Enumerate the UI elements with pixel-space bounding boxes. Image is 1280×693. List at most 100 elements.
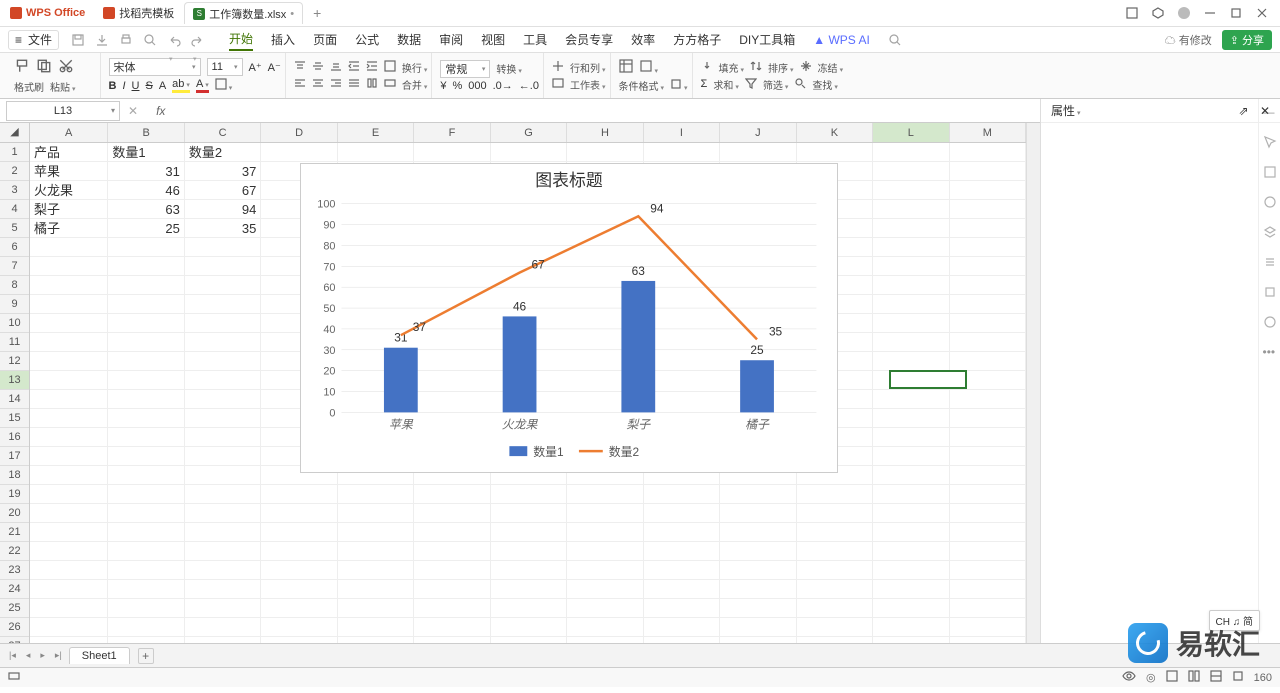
cell[interactable] <box>108 276 184 295</box>
tab-view[interactable]: 视图 <box>481 29 505 50</box>
cell[interactable] <box>185 618 261 637</box>
cell[interactable] <box>720 523 796 542</box>
cell[interactable] <box>720 618 796 637</box>
redo-icon[interactable] <box>191 33 205 47</box>
font-color-button[interactable]: A <box>196 78 209 93</box>
cell[interactable] <box>491 542 567 561</box>
cell[interactable] <box>567 599 643 618</box>
cell[interactable] <box>261 580 337 599</box>
cell[interactable] <box>644 580 720 599</box>
cell[interactable] <box>873 333 949 352</box>
cell[interactable] <box>567 504 643 523</box>
cell[interactable]: 94 <box>185 200 261 219</box>
cell[interactable] <box>644 143 720 162</box>
row-header[interactable]: 6 <box>0 238 29 257</box>
row-header[interactable]: 3 <box>0 181 29 200</box>
sync-status[interactable]: ☁ 有修改 <box>1165 32 1212 48</box>
row-header[interactable]: 10 <box>0 314 29 333</box>
cell[interactable] <box>185 504 261 523</box>
cell[interactable] <box>338 542 414 561</box>
wrap-text-icon[interactable] <box>384 60 396 75</box>
row-header[interactable]: 22 <box>0 542 29 561</box>
cell[interactable] <box>644 599 720 618</box>
cell[interactable] <box>30 561 108 580</box>
cell[interactable] <box>567 523 643 542</box>
cell[interactable] <box>491 143 567 162</box>
cell[interactable] <box>338 599 414 618</box>
cell[interactable] <box>567 542 643 561</box>
cell[interactable]: 数量2 <box>185 143 261 162</box>
cell[interactable] <box>261 504 337 523</box>
panel-select-icon[interactable] <box>1263 135 1277 149</box>
cell[interactable] <box>108 599 184 618</box>
cell[interactable] <box>108 580 184 599</box>
cell[interactable] <box>873 409 949 428</box>
read-mode-icon[interactable] <box>1232 670 1244 685</box>
cell[interactable] <box>414 618 490 637</box>
cell[interactable] <box>108 390 184 409</box>
sort-icon[interactable] <box>750 60 762 75</box>
cell[interactable] <box>414 542 490 561</box>
cell[interactable] <box>185 371 261 390</box>
fill-label[interactable]: 填充 <box>719 60 745 75</box>
cell[interactable] <box>950 238 1026 257</box>
cell[interactable] <box>873 447 949 466</box>
row-header[interactable]: 7 <box>0 257 29 276</box>
row-header[interactable]: 8 <box>0 276 29 295</box>
cell[interactable] <box>108 428 184 447</box>
column-header[interactable]: K <box>797 123 873 142</box>
row-header[interactable]: 24 <box>0 580 29 599</box>
convert-label[interactable]: 转换 <box>496 61 522 76</box>
zoom-value[interactable]: 160 <box>1254 672 1272 684</box>
sort-label[interactable]: 排序 <box>768 60 794 75</box>
rowcol-icon[interactable] <box>552 60 564 75</box>
cell[interactable] <box>30 504 108 523</box>
column-header[interactable]: J <box>720 123 796 142</box>
row-header[interactable]: 18 <box>0 466 29 485</box>
cell[interactable] <box>261 523 337 542</box>
row-header[interactable]: 15 <box>0 409 29 428</box>
cell[interactable] <box>873 561 949 580</box>
column-header[interactable]: G <box>491 123 567 142</box>
cell[interactable] <box>491 618 567 637</box>
align-top-icon[interactable] <box>294 60 306 75</box>
cell[interactable] <box>185 542 261 561</box>
cell[interactable] <box>108 314 184 333</box>
column-header[interactable]: F <box>414 123 490 142</box>
italic-button[interactable]: I <box>122 80 125 92</box>
cell[interactable] <box>873 428 949 447</box>
cell[interactable]: 数量1 <box>108 143 184 162</box>
currency-icon[interactable]: ¥ <box>440 80 446 92</box>
cell[interactable] <box>185 276 261 295</box>
tab-page[interactable]: 页面 <box>313 29 337 50</box>
cell[interactable] <box>797 143 873 162</box>
align-left-icon[interactable] <box>294 77 306 92</box>
panel-minimize-icon[interactable]: — <box>1263 105 1277 119</box>
cell[interactable] <box>261 561 337 580</box>
tab-efficiency[interactable]: 效率 <box>631 29 655 50</box>
cell[interactable] <box>414 599 490 618</box>
row-header[interactable]: 2 <box>0 162 29 181</box>
tab-member[interactable]: 会员专享 <box>565 29 613 50</box>
cell[interactable] <box>185 466 261 485</box>
cell[interactable] <box>644 523 720 542</box>
cell[interactable] <box>30 523 108 542</box>
align-middle-icon[interactable] <box>312 60 324 75</box>
highlight-color-button[interactable]: ab <box>172 78 190 93</box>
cell[interactable] <box>797 618 873 637</box>
cell[interactable]: 产品 <box>30 143 108 162</box>
column-header[interactable]: L <box>873 123 949 142</box>
cell[interactable] <box>720 599 796 618</box>
cell[interactable] <box>30 466 108 485</box>
cell[interactable] <box>797 485 873 504</box>
cell[interactable]: 67 <box>185 181 261 200</box>
cell[interactable] <box>185 314 261 333</box>
cell[interactable] <box>338 561 414 580</box>
add-sheet-button[interactable]: + <box>138 648 154 664</box>
file-menu[interactable]: ≡ 文件 <box>8 30 59 50</box>
underline-button[interactable]: U <box>132 80 140 92</box>
cond-fmt-label[interactable]: 条件格式 <box>619 78 665 93</box>
cell[interactable] <box>797 523 873 542</box>
cell[interactable] <box>950 162 1026 181</box>
panel-backup-icon[interactable] <box>1263 285 1277 299</box>
